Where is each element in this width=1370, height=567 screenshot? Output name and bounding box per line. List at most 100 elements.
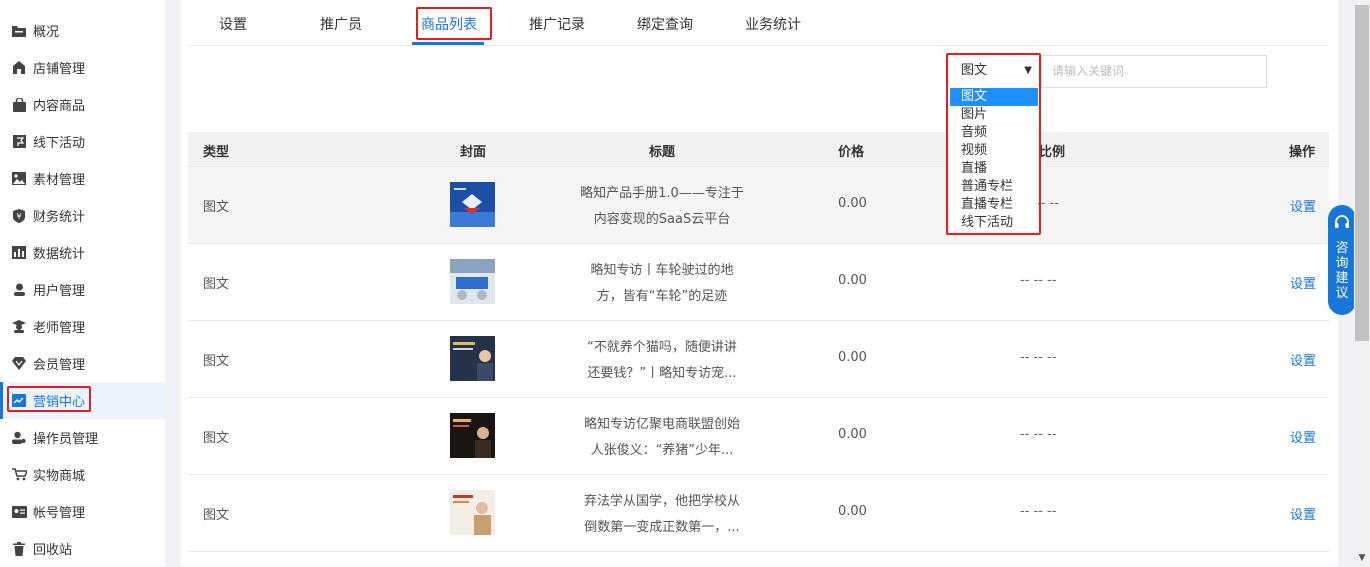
highlight-box xyxy=(416,7,492,40)
row-settings-link[interactable]: 设置 xyxy=(1290,504,1316,523)
row-ratio: -- -- -- xyxy=(1020,350,1057,365)
sidebar-item-users[interactable]: 用户管理 xyxy=(0,271,165,308)
sidebar-item-label: 实物商城 xyxy=(33,469,86,484)
cover-thumbnail[interactable] xyxy=(450,336,495,381)
row-price: 0.00 xyxy=(838,427,867,442)
column-header-ratio: 比例 xyxy=(1039,145,1066,160)
sidebar-item-material[interactable]: 素材管理 xyxy=(0,160,165,197)
row-price: 0.00 xyxy=(838,273,867,288)
tab-bar: 设置 推广员 商品列表 推广记录 绑定查询 业务统计 xyxy=(189,0,1329,46)
user-icon xyxy=(11,282,27,298)
bag-icon xyxy=(11,97,27,113)
tab-promotion-records[interactable]: 推广记录 xyxy=(529,14,585,34)
tab-settings[interactable]: 设置 xyxy=(219,14,247,34)
row-settings-link[interactable]: 设置 xyxy=(1290,196,1316,215)
cover-thumbnail[interactable] xyxy=(450,490,495,535)
sidebar-item-mall[interactable]: 实物商城 xyxy=(0,456,165,493)
sidebar-item-label: 用户管理 xyxy=(33,284,86,299)
row-settings-link[interactable]: 设置 xyxy=(1290,427,1316,446)
row-type: 图文 xyxy=(203,277,230,292)
sidebar: 概况 店铺管理 内容商品 线下活动 素材管理 ¥ 财务统计 数据统计 用户管理 … xyxy=(0,0,165,566)
column-header-price: 价格 xyxy=(838,145,865,160)
sidebar-item-teachers[interactable]: 老师管理 xyxy=(0,308,165,345)
row-type: 图文 xyxy=(203,354,230,369)
table-header: 类型 封面 标题 价格 比例 操作 xyxy=(188,132,1329,167)
sidebar-item-account[interactable]: 帐号管理 xyxy=(0,493,165,530)
table-row: 图文 “不就养个猫吗，随便讲讲 还要钱？”丨略知专访宠... 0.00 -- -… xyxy=(188,321,1329,398)
row-price: 0.00 xyxy=(838,196,867,211)
consult-label: 咨询建议 xyxy=(1335,241,1349,301)
cover-thumbnail[interactable] xyxy=(450,259,495,304)
sidebar-item-operators[interactable]: 操作员管理 xyxy=(0,419,165,456)
sidebar-item-label: 回收站 xyxy=(33,543,73,558)
bar-chart-icon xyxy=(11,245,27,261)
cover-thumbnail[interactable] xyxy=(450,413,495,458)
sidebar-item-label: 线下活动 xyxy=(33,136,86,151)
highlight-box xyxy=(7,386,91,412)
row-price: 0.00 xyxy=(838,504,867,519)
highlight-box xyxy=(946,53,1041,235)
sidebar-item-label: 概况 xyxy=(33,25,60,40)
row-title[interactable]: “不就养个猫吗，随便讲讲 还要钱？”丨略知专访宠... xyxy=(562,335,762,387)
sidebar-item-label: 数据统计 xyxy=(33,247,86,262)
sidebar-item-shop[interactable]: 店铺管理 xyxy=(0,49,165,86)
tab-business-stats[interactable]: 业务统计 xyxy=(745,14,801,34)
cart-icon xyxy=(11,467,27,483)
money-icon: ¥ xyxy=(11,208,27,224)
sidebar-item-data[interactable]: 数据统计 xyxy=(0,234,165,271)
consult-suggestion-button[interactable]: 咨询建议 xyxy=(1328,205,1356,315)
column-header-type: 类型 xyxy=(203,145,230,160)
row-price: 0.00 xyxy=(838,350,867,365)
sidebar-item-label: 操作员管理 xyxy=(33,432,99,447)
sidebar-item-members[interactable]: 会员管理 xyxy=(0,345,165,382)
sidebar-item-overview[interactable]: 概况 xyxy=(0,12,165,49)
row-title[interactable]: 略知专访亿聚电商联盟创始 人张俊义：“养猪”少年... xyxy=(562,412,762,464)
sidebar-item-label: 店铺管理 xyxy=(33,62,86,77)
sidebar-item-label: 帐号管理 xyxy=(33,506,86,521)
table-row: 图文 略知产品手册1.0——专注于 内容变现的SaaS云平台 0.00 -- -… xyxy=(188,167,1329,244)
column-header-cover: 封面 xyxy=(460,145,487,160)
row-title[interactable]: 略知专访丨车轮驶过的地 方，皆有“车轮”的足迹 xyxy=(562,258,762,310)
column-header-actions: 操作 xyxy=(1289,145,1316,160)
table-row: 图文 略知专访亿聚电商联盟创始 人张俊义：“养猪”少年... 0.00 -- -… xyxy=(188,398,1329,475)
sidebar-item-label: 内容商品 xyxy=(33,99,86,114)
row-ratio: -- -- -- xyxy=(1020,504,1057,519)
folder-icon xyxy=(11,23,27,39)
operator-icon xyxy=(11,430,27,446)
active-tab-indicator xyxy=(412,42,484,45)
scroll-down-arrow-icon[interactable]: ▼ xyxy=(1355,551,1369,565)
row-type: 图文 xyxy=(203,508,230,523)
sidebar-item-label: 老师管理 xyxy=(33,321,86,336)
trash-icon xyxy=(11,541,27,557)
row-title[interactable]: 略知产品手册1.0——专注于 内容变现的SaaS云平台 xyxy=(562,181,762,233)
flag-icon xyxy=(11,134,27,150)
cover-thumbnail[interactable] xyxy=(450,182,495,227)
id-card-icon xyxy=(11,504,27,520)
row-ratio: -- -- -- xyxy=(1020,273,1057,288)
vip-icon xyxy=(11,356,27,372)
sidebar-item-marketing[interactable]: 营销中心 xyxy=(0,382,165,419)
scrollbar-thumb[interactable] xyxy=(1355,5,1369,341)
sidebar-item-trash[interactable]: 回收站 xyxy=(0,530,165,567)
row-settings-link[interactable]: 设置 xyxy=(1290,273,1316,292)
table-row: 图文 略知专访丨车轮驶过的地 方，皆有“车轮”的足迹 0.00 -- -- --… xyxy=(188,244,1329,321)
sidebar-item-finance[interactable]: ¥ 财务统计 xyxy=(0,197,165,234)
sidebar-item-content[interactable]: 内容商品 xyxy=(0,86,165,123)
image-icon xyxy=(11,171,27,187)
main-panel: 设置 推广员 商品列表 推广记录 绑定查询 业务统计 请输入关键词 类型 封面 … xyxy=(181,0,1338,566)
tab-binding-query[interactable]: 绑定查询 xyxy=(637,14,693,34)
sidebar-item-offline[interactable]: 线下活动 xyxy=(0,123,165,160)
shop-icon xyxy=(11,60,27,76)
headset-icon xyxy=(1334,215,1350,235)
row-settings-link[interactable]: 设置 xyxy=(1290,350,1316,369)
row-ratio: -- -- -- xyxy=(1020,427,1057,442)
search-input[interactable]: 请输入关键词 xyxy=(1041,55,1267,88)
column-header-title: 标题 xyxy=(649,145,676,160)
row-type: 图文 xyxy=(203,431,230,446)
sidebar-item-label: 素材管理 xyxy=(33,173,86,188)
row-type: 图文 xyxy=(203,200,230,215)
svg-text:¥: ¥ xyxy=(16,212,21,221)
row-title[interactable]: 弃法学从国学，他把学校从 倒数第一变成正数第一，... xyxy=(562,489,762,541)
tab-promoters[interactable]: 推广员 xyxy=(320,14,362,34)
teacher-icon xyxy=(11,319,27,335)
